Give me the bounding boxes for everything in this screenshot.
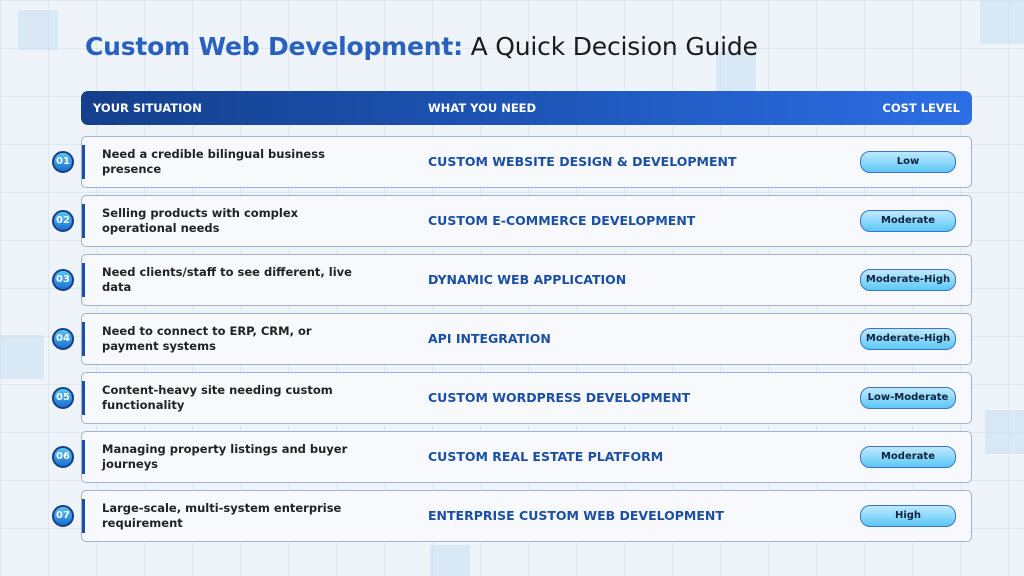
table-row: Content-heavy site needing custom functi… [81, 372, 972, 424]
row-accent-bar [82, 440, 85, 474]
cost-badge: Moderate [860, 446, 956, 468]
row-accent-bar [82, 499, 85, 533]
situation-text: Need a credible bilingual business prese… [102, 147, 325, 176]
background-decoration [980, 0, 1024, 44]
cost-badge: Low-Moderate [860, 387, 956, 409]
row-number-badge: 06 [52, 446, 74, 468]
situation-text: Selling products with complex operationa… [102, 206, 299, 235]
situation-text: Content-heavy site needing custom functi… [102, 383, 333, 412]
background-decoration [985, 410, 1024, 454]
table-row: Large-scale, multi-system enterprise req… [81, 490, 972, 542]
table-row: Selling products with complex operationa… [81, 195, 972, 247]
page-title: Custom Web Development: A Quick Decision… [85, 32, 758, 61]
row-accent-bar [82, 145, 85, 179]
background-decoration [18, 10, 58, 50]
cost-badge: Moderate [860, 210, 956, 232]
row-number-badge: 03 [52, 269, 74, 291]
table-row: Need clients/staff to see different, liv… [81, 254, 972, 306]
row-number-badge: 02 [52, 210, 74, 232]
cost-badge: Moderate-High [860, 328, 956, 350]
background-decoration [0, 335, 44, 379]
column-header-cost: COST LEVEL [882, 101, 960, 115]
row-accent-bar [82, 263, 85, 297]
need-text: CUSTOM WORDPRESS DEVELOPMENT [428, 390, 691, 405]
column-header-situation: YOUR SITUATION [93, 101, 202, 115]
cost-badge: Moderate-High [860, 269, 956, 291]
table-row: Managing property listings and buyer jou… [81, 431, 972, 483]
need-text: API INTEGRATION [428, 331, 551, 346]
column-header-need: WHAT YOU NEED [428, 101, 537, 115]
need-text: CUSTOM REAL ESTATE PLATFORM [428, 449, 664, 464]
row-number-badge: 01 [52, 151, 74, 173]
situation-text: Large-scale, multi-system enterprise req… [102, 501, 342, 530]
need-text: CUSTOM WEBSITE DESIGN & DEVELOPMENT [428, 154, 737, 169]
title-highlight: Custom Web Development: [85, 32, 463, 61]
background-decoration [430, 545, 470, 576]
situation-text: Need to connect to ERP, CRM, or payment … [102, 324, 312, 353]
row-accent-bar [82, 204, 85, 238]
row-accent-bar [82, 381, 85, 415]
title-rest: A Quick Decision Guide [462, 32, 758, 61]
need-text: CUSTOM E-COMMERCE DEVELOPMENT [428, 213, 696, 228]
cost-badge: High [860, 505, 956, 527]
situation-text: Managing property listings and buyer jou… [102, 442, 348, 471]
table-header: YOUR SITUATION WHAT YOU NEED COST LEVEL [81, 91, 972, 125]
situation-text: Need clients/staff to see different, liv… [102, 265, 352, 294]
need-text: DYNAMIC WEB APPLICATION [428, 272, 627, 287]
row-accent-bar [82, 322, 85, 356]
row-number-badge: 07 [52, 505, 74, 527]
cost-badge: Low [860, 151, 956, 173]
table-row: Need a credible bilingual business prese… [81, 136, 972, 188]
row-number-badge: 04 [52, 328, 74, 350]
need-text: ENTERPRISE CUSTOM WEB DEVELOPMENT [428, 508, 724, 523]
row-number-badge: 05 [52, 387, 74, 409]
table-row: Need to connect to ERP, CRM, or payment … [81, 313, 972, 365]
